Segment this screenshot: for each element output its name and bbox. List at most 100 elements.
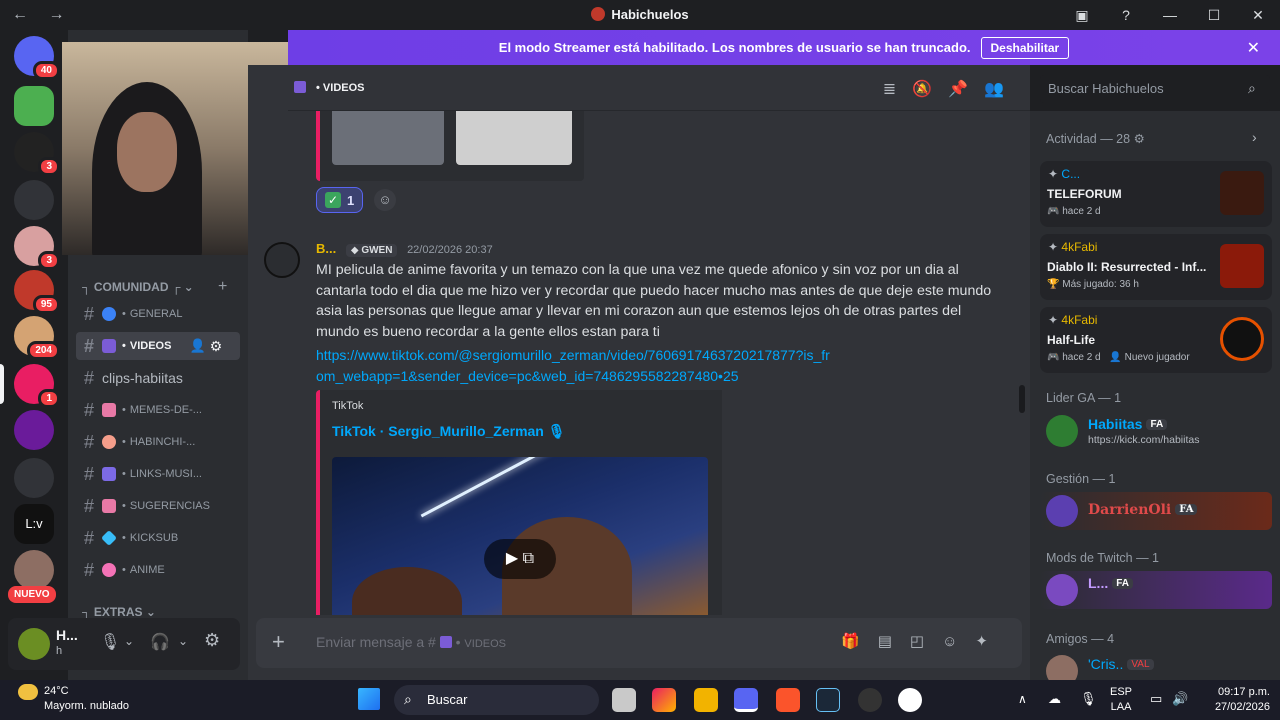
lv-server-icon[interactable]: L:v [14, 504, 54, 544]
add-reaction-icon[interactable]: ☺ [374, 189, 396, 211]
apps-icon[interactable]: ✦ [975, 633, 1006, 650]
language-code: ESP [1110, 686, 1133, 698]
member-row[interactable]: 'Cris.. VAL [1040, 652, 1272, 680]
category-comunidad[interactable]: ┐ COMUNIDAD ┌ ⌄ [82, 280, 194, 294]
task-view-icon[interactable] [612, 688, 636, 712]
emoji-icon[interactable]: ☺ [942, 633, 975, 650]
maximize-button[interactable]: ☐ [1192, 0, 1236, 30]
channel-header: • VIDEOS ≣🔕📌👥 [288, 65, 1030, 111]
channel-sugerencias[interactable]: # • SUGERENCIAS [76, 492, 240, 520]
channel-kicksub[interactable]: # • KICKSUB [76, 524, 240, 552]
discord-app-icon[interactable] [734, 688, 758, 712]
gear-icon[interactable]: ⚙ [210, 338, 223, 355]
pin-icon[interactable]: 📌 [948, 81, 984, 98]
mic-icon[interactable]: 🎙 [1080, 691, 1097, 707]
folder-icon[interactable] [14, 458, 54, 498]
chat-scrollbar[interactable] [1019, 385, 1025, 413]
minimize-button[interactable]: — [1148, 0, 1192, 30]
folder-icon[interactable] [14, 180, 54, 220]
server-icon[interactable] [14, 410, 54, 450]
taskbar-search[interactable]: ⌕ Buscar [394, 685, 599, 715]
server-icon[interactable]: 1 [14, 364, 60, 408]
reaction-checkmark[interactable]: ✓ 1 [316, 187, 364, 213]
invite-icon[interactable]: 👤 [189, 338, 205, 354]
server-icon[interactable] [14, 86, 54, 126]
cloud-icon[interactable]: ☁ [1048, 691, 1061, 707]
search-icon: ⌕ [1248, 80, 1256, 96]
microphone-icon[interactable]: 🎙 [100, 632, 120, 652]
channel-general[interactable]: # • GENERAL [76, 300, 240, 328]
channel-anime[interactable]: # • ANIME [76, 556, 240, 584]
chevron-down-icon[interactable]: ⌄ [178, 634, 188, 648]
steam-icon[interactable] [816, 688, 840, 712]
embed-image[interactable] [332, 111, 444, 165]
add-channel-icon[interactable]: + [218, 278, 227, 296]
member-row[interactable]: DarrienOli FA [1040, 492, 1272, 530]
windows-start-icon[interactable] [358, 688, 380, 710]
obs-icon[interactable] [858, 688, 882, 712]
server-icon[interactable]: 3 [14, 226, 60, 270]
network-icon[interactable]: ▭ [1150, 691, 1162, 707]
channel-memes[interactable]: # • MEMES-DE-... [76, 396, 240, 424]
gift-icon[interactable]: 🎁 [841, 633, 878, 650]
avatar[interactable] [264, 242, 300, 278]
search-input[interactable]: Buscar Habichuelos [1040, 75, 1270, 103]
embed-provider[interactable]: TikTok [332, 400, 363, 412]
member-row[interactable]: L... FA [1040, 571, 1272, 609]
app-icon[interactable] [898, 688, 922, 712]
channel-habinchi[interactable]: # • HABINCHI-... [76, 428, 240, 456]
clock[interactable]: 09:17 p.m. 27/02/2026 [1215, 685, 1270, 715]
language-indicator[interactable]: ESP LAA [1110, 685, 1132, 715]
gif-icon[interactable]: ▤ [878, 633, 910, 650]
chevron-right-icon[interactable]: › [1252, 129, 1257, 145]
activity-card[interactable]: ✦ 4kFabi Half-Life 🎮 hace 2 d 👤 Nuevo ju… [1040, 307, 1272, 373]
weather-widget[interactable]: 24°C Mayorm. nublado [18, 684, 129, 714]
m365-icon[interactable] [652, 688, 676, 712]
sticker-icon[interactable]: ◰ [910, 633, 942, 650]
check-icon: ✓ [325, 192, 341, 208]
chevron-down-icon[interactable]: ⌄ [124, 634, 134, 648]
close-banner-icon[interactable]: ✕ [1247, 38, 1260, 58]
header-actions: ≣🔕📌👥 [883, 79, 1020, 99]
file-explorer-icon[interactable] [694, 688, 718, 712]
volume-icon[interactable]: 🔊 [1172, 691, 1188, 707]
user-status: h [56, 645, 63, 657]
embed-title[interactable]: TikTok · Sergio_Murillo_Zerman 🎙 [332, 423, 566, 440]
play-button[interactable]: ▶ ⧉ [484, 539, 556, 579]
activity-meta: 🏆 Más jugado: 36 h [1047, 279, 1139, 290]
server-icon[interactable]: 95 [14, 270, 60, 314]
message-input[interactable]: Enviar mensaje a # • VIDEOS [316, 634, 506, 650]
message-author[interactable]: B... [316, 241, 336, 256]
brave-browser-icon[interactable] [776, 688, 800, 712]
embed-image[interactable] [456, 111, 572, 165]
hash-icon: # [83, 559, 94, 580]
channel-clips-habiitas[interactable]: # clips-habiitas [76, 364, 240, 392]
mute-bell-icon[interactable]: 🔕 [912, 81, 948, 98]
channel-links-musica[interactable]: # • LINKS-MUSI... [76, 460, 240, 488]
activity-card[interactable]: ✦ C... TELEFORUM 🎮 hace 2 d [1040, 161, 1272, 227]
gear-icon[interactable]: ⚙ [1134, 132, 1145, 146]
tray-chevron-icon[interactable]: ∧ [1018, 692, 1027, 706]
channel-videos[interactable]: # • VIDEOS 👤 ⚙ [76, 332, 240, 360]
direct-messages-icon[interactable]: 40 [14, 36, 60, 80]
avatar[interactable] [18, 628, 50, 660]
member-row[interactable]: Habiitas FA https://kick.com/habiitas [1040, 412, 1272, 450]
server-icon[interactable]: 3 [14, 132, 60, 176]
member-list-icon[interactable]: 👥 [984, 81, 1020, 98]
disable-streamer-button[interactable]: Deshabilitar [980, 36, 1070, 59]
message-link[interactable]: https://www.tiktok.com/@sergiomurillo_ze… [316, 345, 836, 387]
settings-gear-icon[interactable]: ⚙ [204, 630, 220, 651]
server-icon[interactable]: 204 [14, 316, 60, 360]
server-icon[interactable] [14, 550, 54, 590]
headphones-icon[interactable]: 🎧 [150, 632, 170, 652]
inbox-icon[interactable]: ▣ [1060, 0, 1104, 30]
close-window-button[interactable]: ✕ [1236, 0, 1280, 30]
threads-icon[interactable]: ≣ [883, 81, 912, 98]
category-extras[interactable]: ┐ EXTRAS ⌄ [82, 605, 156, 619]
video-thumbnail[interactable]: ▶ ⧉ [332, 457, 708, 615]
activity-card[interactable]: ✦ 4kFabi Diablo II: Resurrected - Inf...… [1040, 234, 1272, 300]
category-label: EXTRAS [93, 605, 143, 619]
message-composer: + Enviar mensaje a # • VIDEOS 🎁▤◰☺✦ [256, 618, 1022, 668]
attach-plus-icon[interactable]: + [272, 629, 285, 655]
help-icon[interactable]: ? [1104, 0, 1148, 30]
